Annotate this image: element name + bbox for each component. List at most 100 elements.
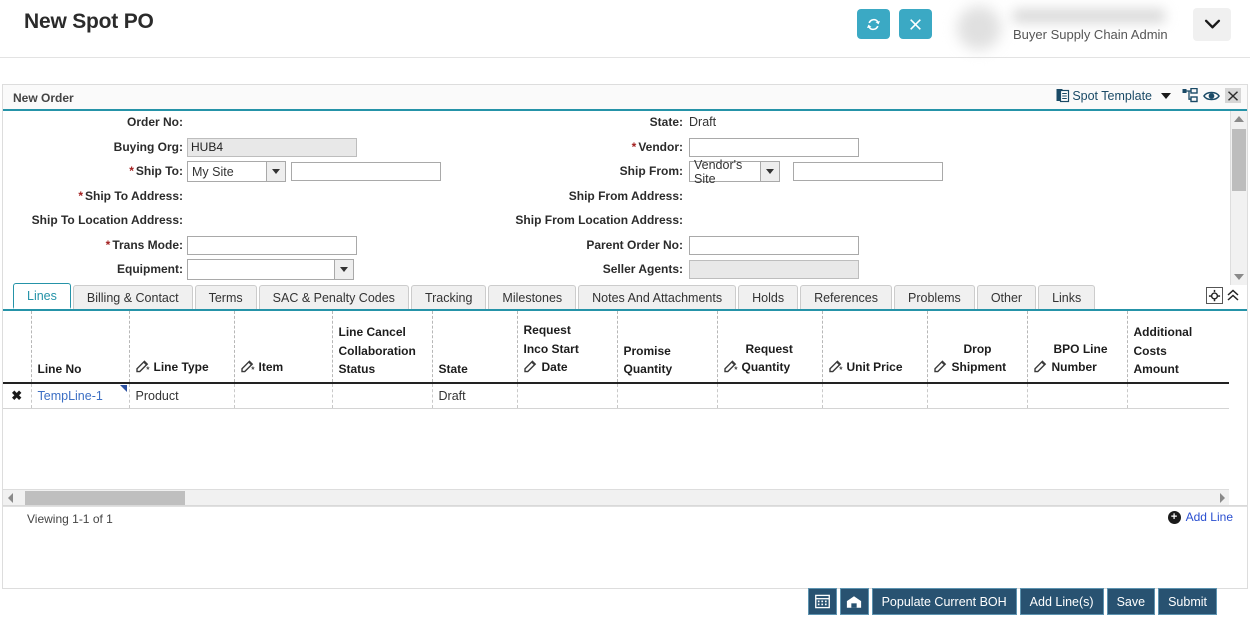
tab-tracking[interactable]: Tracking	[411, 285, 486, 309]
scrollbar-track[interactable]	[17, 491, 1215, 505]
spot-template-button[interactable]: Spot Template	[1056, 88, 1171, 103]
refresh-button[interactable]	[857, 9, 890, 39]
grid-footer: Viewing 1-1 of 1 + Add Line	[3, 506, 1247, 530]
scroll-right-arrow-icon[interactable]	[1215, 490, 1229, 506]
grid-horizontal-scrollbar[interactable]	[3, 489, 1229, 505]
column-header-promise-quantity: Promise Quantity	[617, 311, 717, 383]
caret-down-icon	[1161, 93, 1171, 99]
chevron-down-icon[interactable]	[267, 161, 286, 182]
ship-to-value-input[interactable]	[291, 162, 441, 181]
line-no-link[interactable]: TempLine-1	[38, 389, 103, 403]
tab-links[interactable]: Links	[1038, 285, 1095, 309]
field-label: Ship From Address:	[503, 189, 683, 203]
edit-icon	[524, 360, 539, 378]
column-header-unit-price: *Unit Price	[822, 311, 927, 383]
warehouse-button[interactable]	[840, 588, 869, 615]
panel-header-tools: Spot Template	[1056, 88, 1241, 103]
scroll-left-arrow-icon[interactable]	[3, 490, 17, 506]
tab-lines[interactable]: Lines	[13, 283, 71, 309]
form-vertical-scrollbar[interactable]	[1230, 111, 1247, 285]
vendor-input[interactable]	[689, 138, 859, 157]
tab-other[interactable]: Other	[977, 285, 1036, 309]
cell-request-inco-start-date[interactable]	[517, 383, 617, 409]
copy-icon	[1056, 88, 1070, 103]
panel-close-button[interactable]	[1225, 88, 1241, 103]
lines-grid: Line No *Line Type *Item	[3, 311, 1247, 506]
top-bar: New Spot PO Buyer Supply Chain Admin	[0, 0, 1250, 58]
cell-drop-shipment[interactable]	[927, 383, 1027, 409]
cell-promise-quantity[interactable]	[617, 383, 717, 409]
scrollbar-thumb[interactable]	[1232, 129, 1246, 191]
hierarchy-button[interactable]	[1182, 88, 1198, 103]
field-label: Ship From:	[503, 164, 683, 178]
required-marker: *	[106, 238, 111, 252]
user-menu-toggle[interactable]	[1193, 8, 1231, 41]
tab-milestones[interactable]: Milestones	[488, 285, 576, 309]
field-seller-agents: Seller Agents:	[503, 258, 1123, 283]
topbar-actions	[857, 9, 932, 39]
field-label: Ship To Location Address:	[3, 213, 183, 227]
seller-agents-input[interactable]	[689, 260, 859, 279]
order-panel: New Order Spot Template	[2, 84, 1248, 589]
ship-to-type-select[interactable]: My Site	[187, 161, 267, 182]
column-header-select	[3, 311, 31, 383]
tab-notes-and-attachments[interactable]: Notes And Attachments	[578, 285, 736, 309]
user-menu[interactable]: Buyer Supply Chain Admin	[941, 0, 1231, 55]
tab-sac-penalty-codes[interactable]: SAC & Penalty Codes	[259, 285, 409, 309]
equipment-select[interactable]	[187, 259, 335, 280]
spot-template-label: Spot Template	[1072, 89, 1152, 103]
required-marker: *	[78, 189, 83, 203]
ship-from-type-select[interactable]: Vendor's Site	[689, 161, 761, 182]
column-header-line-no: Line No	[31, 311, 129, 383]
tab-holds[interactable]: Holds	[738, 285, 798, 309]
close-window-button[interactable]	[899, 9, 932, 39]
scroll-down-arrow-icon[interactable]	[1231, 269, 1247, 285]
field-ship-from: Ship From: Vendor's Site	[503, 160, 1123, 185]
cell-unit-price[interactable]	[822, 383, 927, 409]
cell-state[interactable]: Draft	[432, 383, 517, 409]
edit-required-icon: *	[829, 360, 844, 378]
tab-problems[interactable]: Problems	[894, 285, 975, 309]
populate-current-boh-button[interactable]: Populate Current BOH	[872, 588, 1017, 615]
add-lines-button[interactable]: Add Line(s)	[1020, 588, 1104, 615]
tab-billing-contact[interactable]: Billing & Contact	[73, 285, 193, 309]
tab-tools	[1206, 287, 1240, 304]
table-row[interactable]: ✖ TempLine-1 Product Draft	[3, 383, 1229, 409]
cell-line-cancel-collaboration-status[interactable]	[332, 383, 432, 409]
submit-button[interactable]: Submit	[1158, 588, 1217, 615]
x-delete-icon[interactable]: ✖	[11, 388, 22, 403]
cell-additional-costs-amount[interactable]	[1127, 383, 1229, 409]
calendar-button[interactable]	[808, 588, 837, 615]
cell-bpo-line-number[interactable]	[1027, 383, 1127, 409]
parent-order-no-input[interactable]	[689, 236, 859, 255]
tab-references[interactable]: References	[800, 285, 892, 309]
cell-line-type[interactable]: Product	[129, 383, 234, 409]
chevron-down-icon[interactable]	[761, 161, 780, 182]
cell-request-quantity[interactable]	[717, 383, 822, 409]
chevron-down-icon[interactable]	[335, 259, 354, 280]
add-line-button[interactable]: + Add Line	[1168, 510, 1233, 524]
eye-icon	[1203, 89, 1220, 103]
chevron-up-double-icon	[1227, 289, 1239, 303]
close-icon	[909, 18, 922, 31]
cell-line-no[interactable]: TempLine-1	[31, 383, 129, 409]
ship-from-value-input[interactable]	[793, 162, 943, 181]
buying-org-input[interactable]	[187, 138, 357, 157]
grid-settings-button[interactable]	[1206, 287, 1223, 304]
action-buttons: Populate Current BOH Add Line(s) Save Su…	[808, 588, 1217, 615]
scroll-up-arrow-icon[interactable]	[1231, 111, 1247, 127]
svg-text:*: *	[734, 364, 738, 372]
field-label: *Ship To Address:	[3, 189, 183, 203]
trans-mode-input[interactable]	[187, 236, 357, 255]
row-delete-cell[interactable]: ✖	[3, 383, 31, 409]
cell-item[interactable]	[234, 383, 332, 409]
column-header-line-type: *Line Type	[129, 311, 234, 383]
collapse-panel-button[interactable]	[1226, 287, 1240, 304]
column-header-line-cancel-collaboration-status: Line Cancel Collaboration Status	[332, 311, 432, 383]
scrollbar-thumb[interactable]	[25, 491, 185, 505]
tab-terms[interactable]: Terms	[195, 285, 257, 309]
bottom-action-bar: Populate Current BOH Add Line(s) Save Su…	[0, 590, 1250, 618]
save-button[interactable]: Save	[1107, 588, 1156, 615]
preview-button[interactable]	[1203, 89, 1220, 103]
table-header-row: Line No *Line Type *Item	[3, 311, 1229, 383]
